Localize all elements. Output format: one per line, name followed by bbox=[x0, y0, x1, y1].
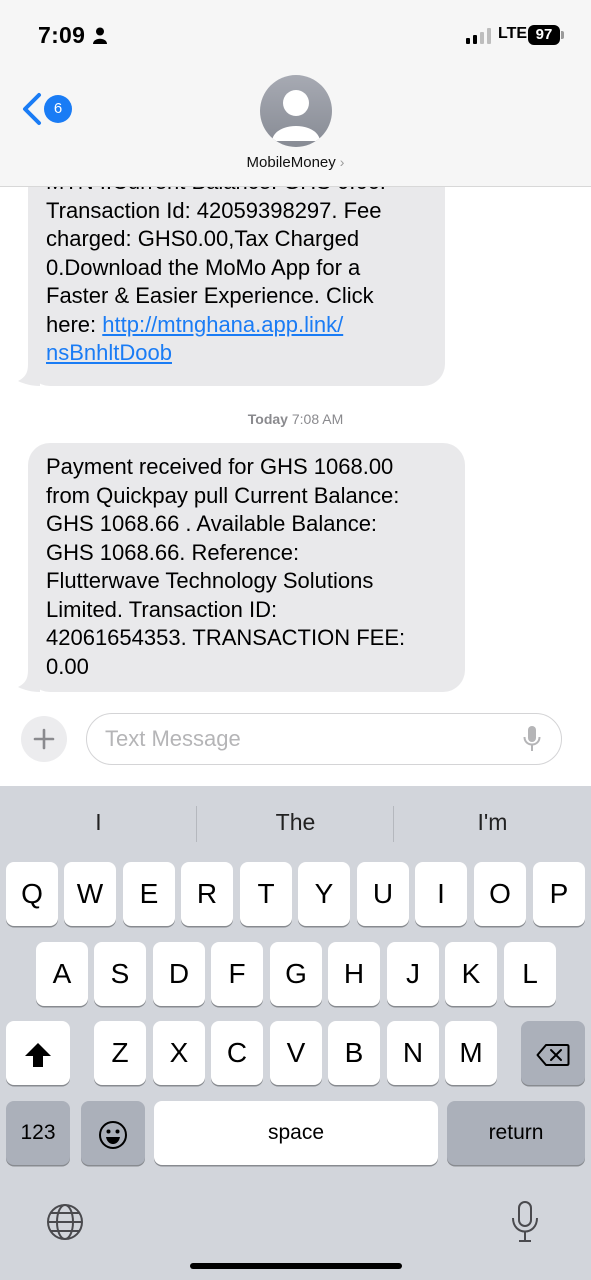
message-link[interactable]: http://mtnghana.app.link/ bbox=[102, 312, 343, 337]
numbers-key[interactable]: 123 bbox=[6, 1101, 70, 1165]
key-m[interactable]: M bbox=[445, 1021, 497, 1085]
unread-count-badge: 6 bbox=[44, 95, 72, 123]
message-timestamp: Today 7:08 AM bbox=[0, 411, 591, 427]
shift-arrow-icon bbox=[25, 1042, 51, 1067]
globe-icon[interactable] bbox=[45, 1202, 85, 1242]
message-line: Transaction Id: 42059398297. Fee bbox=[46, 197, 382, 223]
emoji-icon bbox=[99, 1120, 127, 1149]
battery-tip bbox=[561, 31, 564, 39]
key-v[interactable]: V bbox=[270, 1021, 322, 1085]
message-line: Flutterwave Technology Solutions bbox=[46, 568, 374, 593]
message-input-placeholder: Text Message bbox=[105, 726, 241, 751]
plus-icon bbox=[33, 728, 55, 750]
message-bubble[interactable]: MTN ..Current Balance: GHS 0.66. Transac… bbox=[28, 187, 445, 386]
key-u[interactable]: U bbox=[357, 862, 409, 926]
key-q[interactable]: Q bbox=[6, 862, 58, 926]
emoji-key[interactable] bbox=[81, 1101, 145, 1165]
message-line: 0.Download the MoMo App for a bbox=[46, 254, 361, 280]
space-key[interactable]: space bbox=[154, 1101, 438, 1165]
key-y[interactable]: Y bbox=[298, 862, 350, 926]
keyboard: I The I'm Q W E R T Y U I O P A S D F G … bbox=[0, 786, 591, 1280]
message-line: Limited. Transaction ID: bbox=[46, 596, 278, 622]
person-icon bbox=[93, 27, 107, 44]
key-h[interactable]: H bbox=[328, 942, 380, 1006]
chevron-left-icon bbox=[23, 93, 41, 125]
key-z[interactable]: Z bbox=[94, 1021, 146, 1085]
cellular-signal-icon bbox=[466, 28, 491, 44]
key-c[interactable]: C bbox=[211, 1021, 263, 1085]
message-link-continued[interactable]: nsBnhltDoob bbox=[46, 340, 172, 365]
battery-icon: 97 bbox=[528, 25, 564, 45]
key-r[interactable]: R bbox=[181, 862, 233, 926]
message-line: 42061654353. TRANSACTION FEE: bbox=[46, 625, 406, 650]
suggestion-item[interactable]: I bbox=[0, 786, 197, 858]
network-type: LTE bbox=[498, 25, 528, 42]
conversation-header: 6 MobileMoney › bbox=[0, 70, 591, 187]
status-bar: 7:09 LTE 97 bbox=[0, 0, 591, 70]
message-line: 0.00 bbox=[46, 653, 89, 679]
message-line: from Quickpay pull Current Balance: bbox=[46, 482, 400, 508]
suggestion-item[interactable]: The bbox=[197, 786, 394, 858]
message-line: MTN ..Current Balance: GHS 0.66. bbox=[46, 187, 427, 197]
microphone-icon[interactable] bbox=[523, 726, 541, 753]
delete-key[interactable] bbox=[521, 1021, 585, 1085]
contact-details-chevron: › bbox=[339, 154, 345, 170]
message-thread[interactable]: MTN ..Current Balance: GHS 0.66. Transac… bbox=[0, 187, 591, 707]
key-n[interactable]: N bbox=[387, 1021, 439, 1085]
dictation-mic-icon[interactable] bbox=[510, 1200, 540, 1244]
key-e[interactable]: E bbox=[123, 862, 175, 926]
apps-plus-button[interactable] bbox=[21, 716, 67, 762]
timestamp-day: Today bbox=[247, 411, 288, 427]
message-line: charged: GHS0.00,Tax Charged bbox=[46, 226, 360, 251]
message-text: here: bbox=[46, 311, 103, 337]
contact-avatar-icon[interactable] bbox=[260, 75, 332, 147]
key-i[interactable]: I bbox=[415, 862, 467, 926]
key-w[interactable]: W bbox=[64, 862, 116, 926]
key-g[interactable]: G bbox=[270, 942, 322, 1006]
message-bubble[interactable]: Payment received for GHS 1068.00 from Qu… bbox=[28, 443, 465, 692]
timestamp-time: 7:08 AM bbox=[291, 411, 344, 427]
shift-key[interactable] bbox=[6, 1021, 70, 1085]
key-x[interactable]: X bbox=[153, 1021, 205, 1085]
key-d[interactable]: D bbox=[153, 942, 205, 1006]
battery-level: 97 bbox=[528, 25, 560, 45]
message-input[interactable]: Text Message bbox=[86, 713, 562, 765]
message-line: GHS 1068.66 . Available Balance: bbox=[46, 511, 378, 536]
key-t[interactable]: T bbox=[240, 862, 292, 926]
bubble-tail bbox=[18, 364, 40, 386]
key-o[interactable]: O bbox=[474, 862, 526, 926]
status-time: 7:09 bbox=[38, 22, 86, 48]
contact-name-label: MobileMoney bbox=[246, 154, 336, 171]
message-line: Faster & Easier Experience. Click bbox=[46, 283, 374, 308]
message-line: GHS 1068.66. Reference: bbox=[46, 539, 300, 565]
home-indicator[interactable] bbox=[190, 1263, 402, 1269]
key-s[interactable]: S bbox=[94, 942, 146, 1006]
return-key[interactable]: return bbox=[447, 1101, 585, 1165]
back-button[interactable]: 6 bbox=[20, 92, 80, 126]
message-line: Payment received for GHS 1068.00 bbox=[46, 454, 394, 479]
key-p[interactable]: P bbox=[533, 862, 585, 926]
key-f[interactable]: F bbox=[211, 942, 263, 1006]
bubble-tail bbox=[18, 670, 40, 692]
key-a[interactable]: A bbox=[36, 942, 88, 1006]
key-b[interactable]: B bbox=[328, 1021, 380, 1085]
backspace-icon bbox=[536, 1043, 570, 1066]
key-k[interactable]: K bbox=[445, 942, 497, 1006]
contact-name[interactable]: MobileMoney › bbox=[0, 154, 591, 171]
key-j[interactable]: J bbox=[387, 942, 439, 1006]
suggestion-item[interactable]: I'm bbox=[394, 786, 591, 858]
message-line: here: http://mtnghana.app.link/ bbox=[46, 311, 427, 340]
key-l[interactable]: L bbox=[504, 942, 556, 1006]
